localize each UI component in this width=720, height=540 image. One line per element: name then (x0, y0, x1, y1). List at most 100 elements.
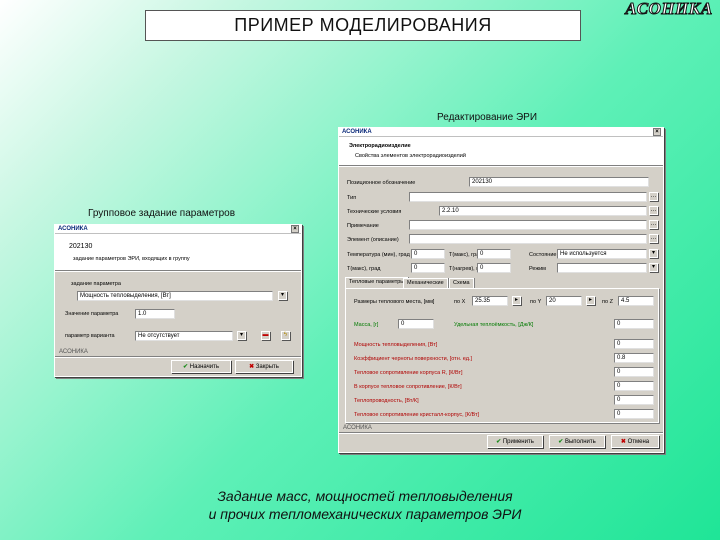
dims-label: Размеры теплового места, [мм] (354, 299, 435, 305)
dialog-header-panel (339, 137, 663, 165)
designation-input[interactable]: 202130 (469, 177, 649, 187)
brand-logo: АСОНИКА (625, 0, 713, 18)
note-input[interactable] (409, 220, 647, 230)
group-label: задание параметра (71, 281, 121, 287)
value-label: Значение параметра (65, 311, 119, 317)
caption-edit-eri: Редактирование ЭРИ (437, 112, 537, 123)
tab-panel: Размеры теплового места, [мм] по X 25.35… (345, 288, 659, 423)
param-row-label: Коэффициент черноты поверхности, [отн. е… (354, 356, 472, 362)
dialog-titlebar: АСОНИКА × (55, 225, 301, 234)
divider (55, 270, 301, 272)
dropdown-icon[interactable]: ▾ (649, 249, 658, 258)
bottom-caption: Задание масс, мощностей тепловыделения и… (120, 487, 610, 523)
spin-icon[interactable]: ▸ (586, 296, 595, 305)
delete-icon[interactable]: ▬ (261, 331, 270, 340)
spin-icon[interactable]: ▸ (512, 296, 521, 305)
bottom-caption-line1: Задание масс, мощностей тепловыделения (217, 488, 513, 504)
header-title: Электрорадиоизделие (349, 143, 411, 149)
param-row-input[interactable]: 0 (614, 409, 654, 419)
tmax-input-2[interactable]: 0 (477, 263, 511, 273)
group-params-dialog: АСОНИКА × 202130 задание параметров ЭРИ,… (54, 224, 302, 377)
close-icon[interactable]: × (291, 225, 299, 233)
check-icon: ✔ (496, 439, 502, 445)
param-row-input[interactable]: 0.8 (614, 353, 654, 363)
value-input[interactable]: 1.0 (135, 309, 175, 319)
dim-z-label: по Z (602, 299, 613, 305)
tab-scheme[interactable]: Схема (449, 278, 474, 288)
tech-label: Технические условия (347, 209, 402, 215)
param-row-input[interactable]: 0 (614, 381, 654, 391)
dropdown-icon[interactable]: ▾ (278, 291, 287, 300)
param-row-label: В корпусе тепловое сопротивление, [К/Вт] (354, 384, 462, 390)
dim-y-input[interactable]: 20 (546, 296, 582, 306)
browse-icon[interactable]: … (649, 206, 658, 215)
dropdown-icon[interactable]: ▾ (649, 263, 658, 272)
apply-button[interactable]: ✔ Применить (487, 435, 543, 448)
temp-input-2[interactable]: 0 (477, 249, 511, 259)
bottom-caption-line2: и прочих тепломеханических параметров ЭР… (208, 506, 522, 522)
ok-button[interactable]: ✔ Выполнить (549, 435, 605, 448)
dialog-subtitle: задание параметров ЭРИ, входящих в групп… (73, 256, 190, 262)
state-select[interactable]: Не используется (557, 249, 647, 259)
dialog-titlebar: АСОНИКА × (339, 128, 663, 137)
mode-label: Режим (529, 266, 546, 272)
cross-icon: ✖ (249, 364, 255, 370)
browse-icon[interactable]: … (649, 220, 658, 229)
mass-label: Масса, [г] (354, 322, 379, 328)
designation-label: Позиционное обозначение (347, 180, 416, 186)
check-icon: ✔ (558, 439, 564, 445)
tech-input[interactable]: 2.2.10 (439, 206, 647, 216)
dialog-title: АСОНИКА (342, 129, 372, 135)
caption-group-params: Групповое задание параметров (88, 208, 236, 219)
dim-y-label: по Y (530, 299, 542, 305)
browse-icon[interactable]: … (649, 234, 658, 243)
param-row-label: Теплопроводность, [Вт/К] (354, 398, 419, 404)
ok-button-label: Выполнить (564, 439, 596, 445)
dropdown-icon[interactable]: ▾ (237, 331, 246, 340)
param-row-label: Тепловое сопротивление корпуса R, [К/Вт] (354, 370, 463, 376)
close-icon[interactable]: × (653, 128, 661, 136)
group-code: 202130 (69, 243, 93, 250)
temp-input[interactable]: 0 (411, 249, 445, 259)
param-row-input[interactable]: 0 (614, 395, 654, 405)
cancel-button[interactable]: ✖ Отмена (611, 435, 659, 448)
param-row-input[interactable]: 0 (614, 339, 654, 349)
type-label: Тип (347, 195, 357, 201)
param-row-input[interactable]: 0 (614, 367, 654, 377)
dialog-header-panel (55, 234, 301, 270)
tab-thermal[interactable]: Тепловые параметры (345, 277, 409, 288)
divider (55, 356, 301, 358)
browse-icon[interactable]: … (649, 192, 658, 201)
note-label: Примечание (347, 223, 379, 229)
variant-label: параметр варианта (65, 333, 115, 339)
lightning-icon[interactable]: ϟ (281, 331, 290, 340)
param-row-label: Мощность тепловыделения, [Вт] (354, 342, 438, 348)
dim-x-input[interactable]: 25.35 (472, 296, 508, 306)
param-row-label: Тепловое сопротивление кристалл-корпус, … (354, 412, 480, 418)
status-label: АСОНИКА (59, 349, 88, 355)
page-title: ПРИМЕР МОДЕЛИРОВАНИЯ (145, 10, 581, 41)
state-label: Состояние (529, 252, 557, 258)
edit-eri-dialog: АСОНИКА × Электрорадиоизделие Свойства э… (338, 127, 664, 453)
divider (339, 165, 663, 167)
header-subtitle: Свойства элементов электрорадиоизделий (355, 153, 466, 159)
dialog-title: АСОНИКА (58, 226, 88, 232)
assign-button[interactable]: ✔ Назначить (171, 360, 231, 373)
assign-button-label: Назначить (189, 364, 219, 370)
check-icon: ✔ (183, 364, 189, 370)
tab-mechanical[interactable]: Механические (403, 278, 448, 288)
mass-input[interactable]: 0 (398, 319, 434, 329)
capacity-input[interactable]: 0 (614, 319, 654, 329)
param-select[interactable]: Мощность тепловыделения, [Вт] (77, 291, 273, 301)
element-input[interactable] (409, 234, 647, 244)
tmax-input[interactable]: 0 (411, 263, 445, 273)
cross-icon: ✖ (620, 439, 626, 445)
mode-select[interactable] (557, 263, 647, 273)
dim-z-input[interactable]: 4.5 (618, 296, 654, 306)
tmax-label: Т(макс), град (347, 266, 381, 272)
cancel-button-label: Отмена (627, 439, 650, 445)
close-button[interactable]: ✖ Закрыть (235, 360, 293, 373)
variant-select[interactable]: Не отсутствует (135, 331, 233, 341)
dim-x-label: по X (454, 299, 466, 305)
type-input[interactable] (409, 192, 647, 202)
